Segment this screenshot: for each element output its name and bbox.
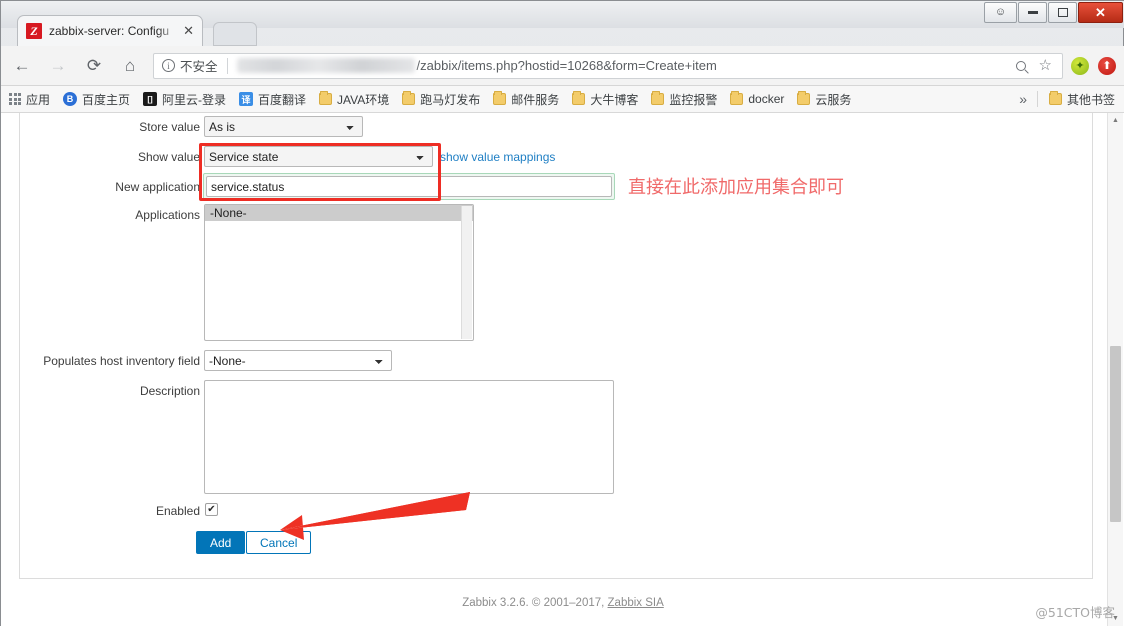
store-value-select[interactable]: As is xyxy=(204,116,363,137)
page-scrollbar[interactable]: ▲ ▼ xyxy=(1107,113,1123,626)
bookmark-folder-mail[interactable]: 邮件服务 xyxy=(493,91,559,108)
browser-tab-zabbix[interactable]: Z zabbix-server: Configu ✕ xyxy=(17,15,203,46)
baidu-icon: B xyxy=(63,92,78,106)
tab-strip: Z zabbix-server: Configu ✕ xyxy=(1,15,1124,46)
host-inventory-label: Populates host inventory field xyxy=(43,354,200,368)
bookmark-label: 百度主页 xyxy=(82,92,131,107)
page-viewport: Store value As is Show value Service sta… xyxy=(1,113,1124,626)
extension-green-icon[interactable]: ✦ xyxy=(1071,56,1089,75)
description-textarea[interactable] xyxy=(204,380,614,494)
bookmark-aliyun-login[interactable]: [] 阿里云-登录 xyxy=(143,91,226,108)
applications-listbox[interactable]: -None- xyxy=(204,204,474,341)
url-text: /zabbix/items.php?hostid=10268&form=Crea… xyxy=(416,58,717,73)
bookmark-folder-monitoring[interactable]: 监控报警 xyxy=(651,91,717,108)
store-value-label: Store value xyxy=(139,120,200,134)
folder-icon xyxy=(572,91,586,105)
security-label: 不安全 xyxy=(180,60,218,74)
bookmark-folder-java[interactable]: JAVA环境 xyxy=(319,91,389,108)
folder-icon xyxy=(730,91,744,105)
bookmark-star-icon[interactable]: ☆ xyxy=(1039,58,1052,73)
browser-window: ☺ ✕ Z zabbix-server: Configu ✕ ← → ⟳ ⌂ i… xyxy=(0,0,1124,626)
enabled-label: Enabled xyxy=(155,504,200,518)
checkmark-icon: ✔ xyxy=(207,503,216,515)
folder-icon xyxy=(493,91,507,105)
forward-button[interactable]: → xyxy=(43,51,73,81)
bookmark-folder-blog[interactable]: 大牛博客 xyxy=(572,91,638,108)
enabled-checkbox[interactable]: ✔ xyxy=(205,503,218,516)
footer-company-link[interactable]: Zabbix SIA xyxy=(608,597,664,609)
bookmark-label: 大牛博客 xyxy=(590,92,639,107)
bookmarks-divider xyxy=(1036,91,1038,107)
bookmark-label: 百度翻译 xyxy=(258,92,307,107)
folder-icon xyxy=(651,91,665,105)
applications-option-none[interactable]: -None- xyxy=(205,205,473,221)
applications-scrollbar[interactable] xyxy=(461,206,472,339)
show-value-mappings-link[interactable]: show value mappings xyxy=(440,150,555,164)
info-icon[interactable]: i xyxy=(162,59,175,72)
bookmark-label: docker xyxy=(748,92,785,106)
omnibox-divider xyxy=(226,57,228,74)
folder-icon xyxy=(319,91,333,105)
watermark: @51CTO博客 xyxy=(1035,605,1115,620)
reload-button[interactable]: ⟳ xyxy=(79,51,109,81)
tab-close-icon[interactable]: ✕ xyxy=(183,23,194,39)
redacted-host-region xyxy=(236,58,415,73)
add-button[interactable]: Add xyxy=(196,531,246,554)
bookmark-label: 其他书签 xyxy=(1066,92,1115,107)
bookmarks-overflow-button[interactable]: » xyxy=(1019,91,1027,107)
bookmarks-bar: 应用 B 百度主页 [] 阿里云-登录 译 百度翻译 JAVA环境 跑马灯发布 … xyxy=(1,86,1124,113)
footer-copyright: Zabbix 3.2.6. © 2001–2017, Zabbix SIA xyxy=(462,597,664,609)
item-form-panel: Store value As is Show value Service sta… xyxy=(19,113,1093,579)
translate-icon: 译 xyxy=(239,92,254,106)
address-bar[interactable]: i 不安全 /zabbix/items.php?hostid=10268&for… xyxy=(153,52,1063,79)
bookmark-label: JAVA环境 xyxy=(337,92,390,107)
bookmark-label: 阿里云-登录 xyxy=(162,92,227,107)
footer-version: Zabbix 3.2.6. © 2001–2017, xyxy=(462,596,608,609)
bookmark-folder-docker[interactable]: docker xyxy=(730,91,785,106)
new-application-input[interactable] xyxy=(206,176,612,197)
applications-label: Applications xyxy=(135,208,200,222)
annotation-text: 直接在此添加应用集合即可 xyxy=(628,177,844,198)
window-frame: ☺ ✕ Z zabbix-server: Configu ✕ ← → ⟳ ⌂ i… xyxy=(0,0,1124,626)
bookmark-baidu-translate[interactable]: 译 百度翻译 xyxy=(239,91,306,108)
folder-icon xyxy=(1048,91,1062,105)
bookmark-label: 邮件服务 xyxy=(511,92,560,107)
bookmark-baidu-home[interactable]: B 百度主页 xyxy=(63,91,130,108)
extension-red-icon[interactable]: ⬆ xyxy=(1098,56,1116,75)
bookmark-folder-cloud[interactable]: 云服务 xyxy=(797,91,851,108)
apps-grid-icon xyxy=(9,93,21,105)
bookmark-other-bookmarks[interactable]: 其他书签 xyxy=(1048,91,1115,108)
browser-toolbar: ← → ⟳ ⌂ i 不安全 /zabbix/items.php?hostid=1… xyxy=(1,46,1124,86)
back-button[interactable]: ← xyxy=(7,51,37,81)
page-footer: Zabbix 3.2.6. © 2001–2017, Zabbix SIA xyxy=(1,579,1124,626)
folder-icon xyxy=(402,91,416,105)
new-tab-button[interactable] xyxy=(213,22,257,46)
bookmark-label: 监控报警 xyxy=(669,92,718,107)
home-button[interactable]: ⌂ xyxy=(115,51,145,81)
search-icon[interactable] xyxy=(1015,60,1026,71)
show-value-label: Show value xyxy=(137,150,200,164)
show-value-select[interactable]: Service state xyxy=(204,146,433,167)
bookmark-label: 应用 xyxy=(26,92,51,107)
omnibox-icons: ☆ xyxy=(1015,58,1054,73)
host-inventory-select[interactable]: -None- xyxy=(204,350,392,371)
scrollbar-thumb[interactable] xyxy=(1110,346,1121,522)
bookmark-apps[interactable]: 应用 xyxy=(9,91,50,108)
description-label: Description xyxy=(139,384,200,398)
aliyun-icon: [] xyxy=(143,92,158,106)
cancel-button[interactable]: Cancel xyxy=(246,531,312,554)
zabbix-favicon-icon: Z xyxy=(26,23,42,39)
new-application-label: New application xyxy=(115,180,200,194)
scroll-up-icon[interactable]: ▲ xyxy=(1108,113,1123,128)
bookmark-label: 跑马灯发布 xyxy=(420,92,481,107)
tab-title: zabbix-server: Configu xyxy=(49,24,170,38)
bookmark-folder-marquee[interactable]: 跑马灯发布 xyxy=(402,91,480,108)
minimize-icon xyxy=(1027,11,1038,14)
folder-icon xyxy=(797,91,811,105)
bookmark-label: 云服务 xyxy=(815,92,852,107)
